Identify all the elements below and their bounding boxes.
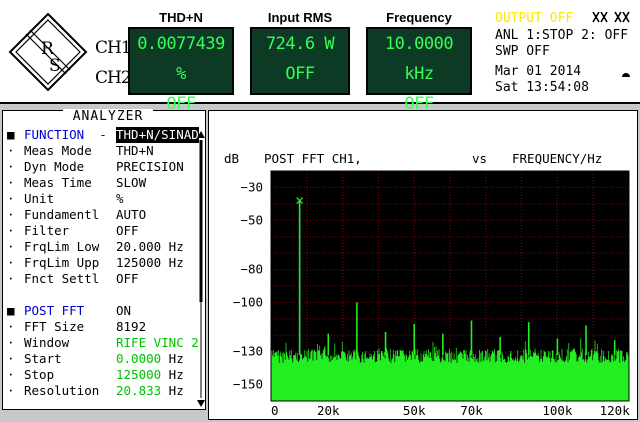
section-bullet-icon: ■ xyxy=(7,127,15,142)
setting-value[interactable]: 125000 Hz xyxy=(116,255,184,271)
y-tick-label: −130 xyxy=(233,344,263,359)
y-tick-label: −150 xyxy=(233,377,263,392)
row-bullet-icon: · xyxy=(7,207,15,222)
setting-value[interactable]: RIFE VINC 2 xyxy=(116,335,199,351)
setting-value[interactable]: 8192 xyxy=(116,319,146,335)
row-bullet-icon: · xyxy=(7,383,15,398)
setting-label: Start xyxy=(24,351,62,366)
keyboard-indicator-icon xyxy=(622,66,630,77)
x-tick-label: 50k xyxy=(403,403,426,418)
setting-label: Dyn Mode xyxy=(24,159,85,174)
time-display: Sat 13:54:08 xyxy=(495,80,589,95)
generator-icon xyxy=(592,9,608,23)
setting-value[interactable]: 20.833 Hz xyxy=(116,383,184,399)
thdn-ch1-value: 0.0077439 % xyxy=(137,34,225,84)
row-bullet-icon: · xyxy=(7,239,15,254)
row-bullet-icon: · xyxy=(7,367,15,382)
analyzer-status: ANL 1:STOP 2: OFF xyxy=(495,28,629,43)
x-tick-label: 120k xyxy=(600,403,631,418)
input-rms-display[interactable]: 724.6 W OFF xyxy=(250,27,350,95)
frequency-header: Frequency xyxy=(386,10,452,25)
sweep-status: SWP OFF xyxy=(495,44,550,59)
row-bullet-icon: · xyxy=(7,175,15,190)
fft-graph-panel: dB POST FFT CH1, vs FREQUENCY/Hz −30 −50−… xyxy=(208,110,638,420)
setting-label: FUNCTION - xyxy=(24,127,107,142)
rs-logo: R S xyxy=(8,12,88,92)
setting-value[interactable]: AUTO xyxy=(116,207,146,223)
setting-label: Meas Time xyxy=(24,175,92,190)
setting-value[interactable]: OFF xyxy=(116,223,139,239)
setting-value[interactable]: 0.0000 Hz xyxy=(116,351,184,367)
analyzer-panel: ANALYZER ■ FUNCTION - THD+N/SINAD · Meas Mod… xyxy=(2,109,206,410)
input-rms-ch1-value: 724.6 W xyxy=(265,34,335,54)
row-bullet-icon: · xyxy=(7,351,15,366)
setting-label: FrqLim Upp xyxy=(24,255,100,270)
x-tick-label: 20k xyxy=(317,403,340,418)
row-bullet-icon: · xyxy=(7,223,15,238)
setting-value[interactable]: THD+N/SINAD xyxy=(116,127,199,143)
row-bullet-icon: · xyxy=(7,255,15,270)
y-tick-label: −100 xyxy=(233,294,263,309)
top-status-bar: R S CH1 CH2 THD+N 0.0077439 % OFF Input … xyxy=(0,0,640,114)
analyzer-scrollbar[interactable] xyxy=(196,130,206,410)
scroll-thumb xyxy=(199,140,203,302)
output-status: OUTPUT OFF xyxy=(495,11,574,26)
input-rms-ch2-value: OFF xyxy=(285,64,315,84)
setting-value[interactable]: PRECISION xyxy=(116,159,184,175)
row-bullet-icon: · xyxy=(7,159,15,174)
scroll-down-arrow-icon xyxy=(197,400,205,407)
setting-value[interactable]: OFF xyxy=(116,271,139,287)
setting-value[interactable]: SLOW xyxy=(116,175,146,191)
x-tick-label: 100k xyxy=(542,403,573,418)
setting-value[interactable]: % xyxy=(116,191,124,207)
setting-value[interactable]: 20.000 Hz xyxy=(116,239,184,255)
logo-letter-s: S xyxy=(49,56,61,76)
setting-value[interactable]: THD+N xyxy=(116,143,154,159)
thdn-header: THD+N xyxy=(159,10,203,25)
y-tick-label: −50 xyxy=(240,212,263,227)
row-bullet-icon: · xyxy=(7,335,15,350)
channel-2-label: CH2 xyxy=(95,68,132,88)
frequency-display[interactable]: 10.0000 kHz OFF xyxy=(366,27,472,114)
row-bullet-icon: · xyxy=(7,271,15,286)
analyzer-icon xyxy=(614,9,630,23)
setting-label: FFT Size xyxy=(24,319,85,334)
fft-chart[interactable]: −30 −50 −80 −100 −130 −150 0 20k 50k 70k 100k 120k xyxy=(209,111,637,419)
y-tick-label: −30 xyxy=(240,179,263,194)
analyzer-settings-list: ■ FUNCTION - THD+N/SINAD · Meas Mode THD+N · Dy… xyxy=(3,127,199,409)
setting-label: Filter xyxy=(24,223,70,238)
setting-label: Unit xyxy=(24,191,55,206)
section-bullet-icon: ■ xyxy=(7,303,15,318)
date-display: Mar 01 2014 xyxy=(495,64,582,79)
row-bullet-icon: · xyxy=(7,143,15,158)
thdn-display[interactable]: 0.0077439 % OFF xyxy=(128,27,234,114)
row-bullet-icon: · xyxy=(7,319,15,334)
setting-label: FrqLim Low xyxy=(24,239,100,254)
setting-label: Fundamentl xyxy=(24,207,100,222)
setting-label: Meas Mode xyxy=(24,143,92,158)
channel-1-label: CH1 xyxy=(95,38,132,58)
setting-label: Fnct Settl xyxy=(24,271,100,286)
setting-label: Resolution xyxy=(24,383,100,398)
setting-label: POST FFT xyxy=(24,303,85,318)
setting-value[interactable]: 125000 Hz xyxy=(116,367,184,383)
scroll-up-arrow-icon xyxy=(197,131,205,138)
row-bullet-icon: · xyxy=(7,191,15,206)
frequency-ch1-value: 10.0000 kHz xyxy=(384,34,454,84)
x-tick-label: 0 xyxy=(271,403,279,418)
setting-label: Stop xyxy=(24,367,55,382)
x-tick-label: 70k xyxy=(460,403,483,418)
y-tick-label: −80 xyxy=(240,262,263,277)
input-rms-header: Input RMS xyxy=(267,10,333,25)
setting-label: Window xyxy=(24,335,70,350)
setting-value[interactable]: ON xyxy=(116,303,131,319)
analyzer-panel-title: ANALYZER xyxy=(63,109,153,124)
